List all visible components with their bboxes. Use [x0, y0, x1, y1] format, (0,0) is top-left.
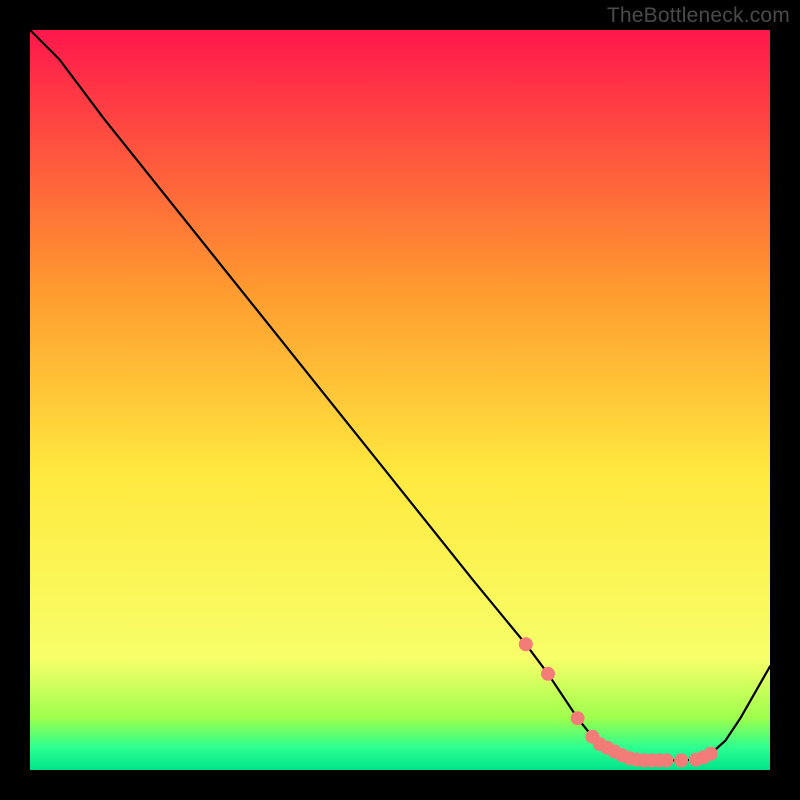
curve-marker [519, 637, 533, 651]
curve-marker [704, 747, 718, 761]
curve-marker [571, 711, 585, 725]
curve-marker [659, 753, 673, 767]
curve-marker [541, 667, 555, 681]
gradient-background [30, 30, 770, 770]
bottleneck-chart [30, 30, 770, 770]
attribution-label: TheBottleneck.com [607, 4, 790, 28]
curve-marker [674, 753, 688, 767]
chart-frame: TheBottleneck.com [0, 0, 800, 800]
